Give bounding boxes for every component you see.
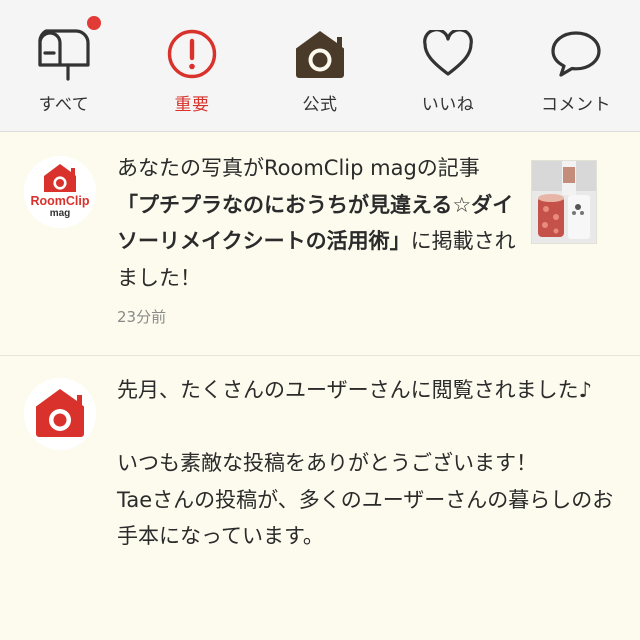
notification-item[interactable]: 先月、たくさんのユーザーさんに閲覧されました♪ いつも素敵な投稿をありがとうござ… xyxy=(0,356,640,640)
unread-badge xyxy=(85,14,103,32)
tab-all[interactable]: すべて xyxy=(0,0,128,131)
heart-icon xyxy=(384,25,512,83)
notification-message: あなたの写真がRoomClip magの記事「プチプラなのにおうちが見違える☆ダ… xyxy=(117,150,517,296)
tab-important[interactable]: 重要 xyxy=(128,0,256,131)
tab-important-label: 重要 xyxy=(174,95,210,115)
mag-logo-text: mag xyxy=(50,208,71,219)
roomclip-mag-avatar: RoomClip mag xyxy=(24,156,96,228)
message-text-start: あなたの写真がRoomClip magの記事 xyxy=(117,156,480,180)
notification-message: 先月、たくさんのユーザーさんに閲覧されました♪ いつも素敵な投稿をありがとうござ… xyxy=(117,372,617,555)
notification-tab-bar: すべて 重要 公式 いいね コメント xyxy=(0,0,640,132)
tab-official[interactable]: 公式 xyxy=(256,0,384,131)
message-line: いつも素敵な投稿をありがとうございます！ xyxy=(117,451,537,475)
house-camera-icon xyxy=(256,25,384,83)
tab-comments[interactable]: コメント xyxy=(512,0,640,131)
exclamation-circle-icon xyxy=(128,25,256,83)
post-thumbnail[interactable] xyxy=(531,160,597,244)
mailbox-icon xyxy=(0,25,128,83)
notification-time: 23分前 xyxy=(117,308,167,326)
tab-comments-label: コメント xyxy=(541,95,611,115)
message-line: 先月、たくさんのユーザーさんに閲覧されました♪ xyxy=(117,378,592,402)
message-line: Taeさんの投稿が、多くのユーザーさんの暮らしのお手本になっています。 xyxy=(117,487,614,549)
roomclip-avatar xyxy=(24,378,96,450)
tab-official-label: 公式 xyxy=(302,95,338,115)
notification-item[interactable]: RoomClip mag あなたの写真がRoomClip magの記事「プチプラ… xyxy=(0,132,640,356)
speech-bubble-icon xyxy=(512,25,640,83)
tab-likes[interactable]: いいね xyxy=(384,0,512,131)
tab-likes-label: いいね xyxy=(421,95,475,115)
roomclip-logo-text: RoomClip xyxy=(30,194,89,208)
tab-all-label: すべて xyxy=(38,95,90,115)
